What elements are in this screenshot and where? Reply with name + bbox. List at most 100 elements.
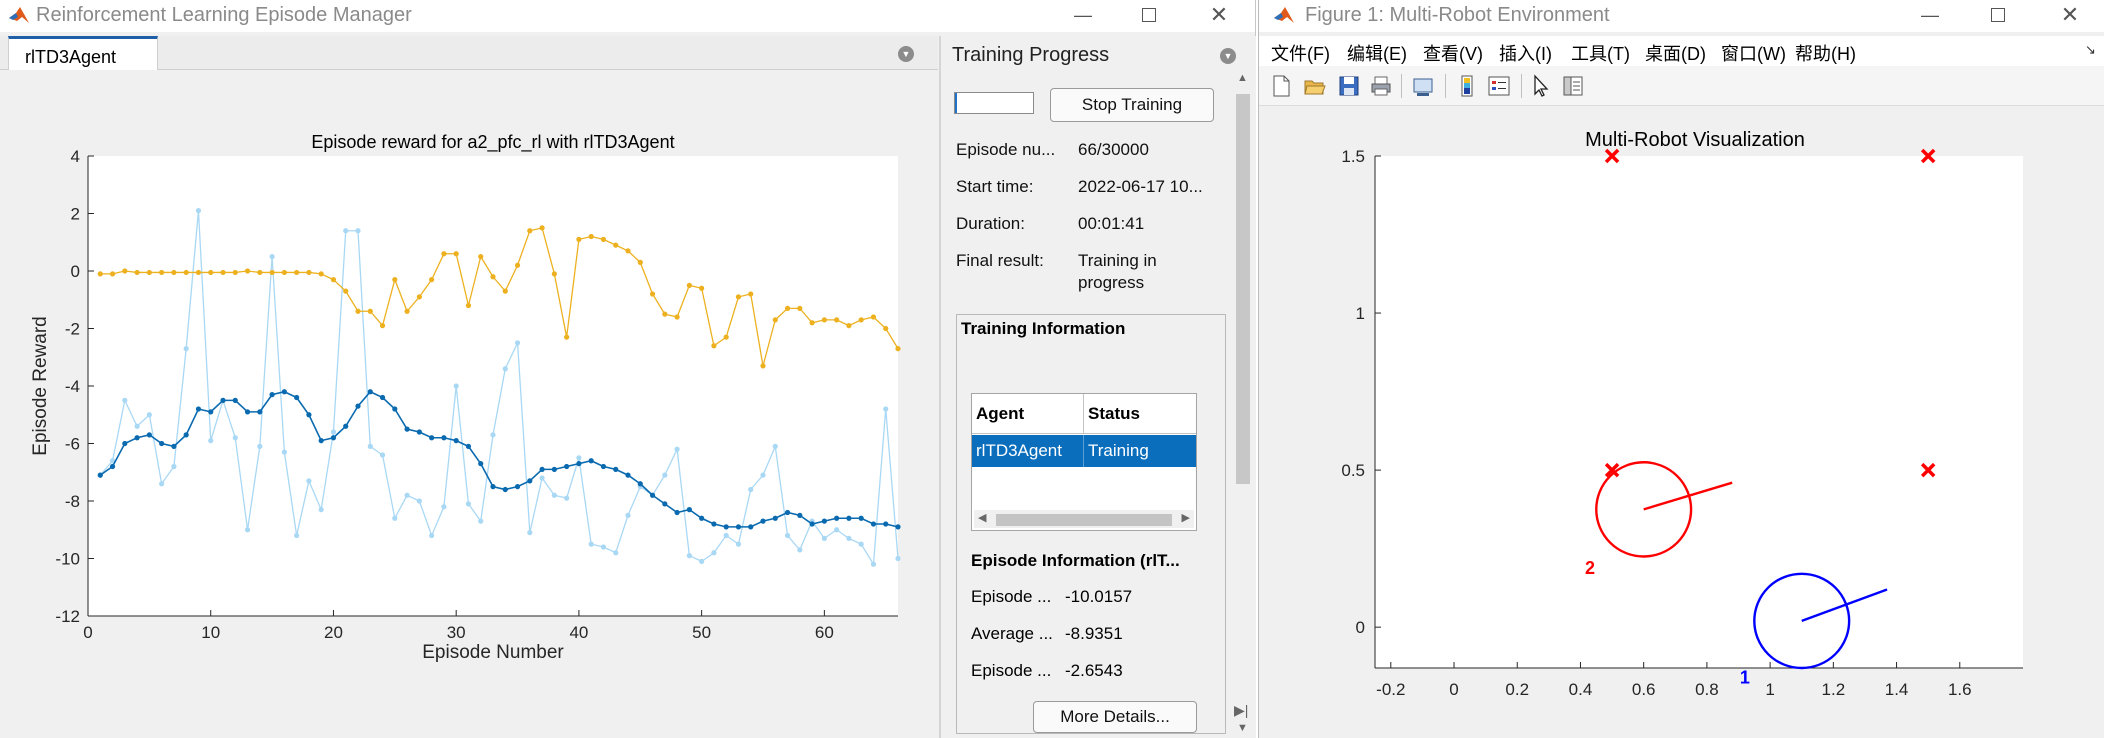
menu-insert[interactable]: 插入(I) <box>1499 40 1552 66</box>
plot-area <box>88 156 898 616</box>
scroll-up-icon[interactable]: ▲ <box>1237 72 1248 84</box>
series-2-point <box>404 308 410 314</box>
series-1-point <box>306 412 312 418</box>
window-title: Reinforcement Learning Episode Manager <box>36 4 412 26</box>
series-2-point <box>478 254 484 260</box>
series-0-point <box>527 530 533 536</box>
scroll-right-icon[interactable]: ▶ <box>1182 511 1190 524</box>
agent-column-header[interactable]: Agent <box>972 394 1084 434</box>
series-2-point <box>159 269 165 276</box>
series-2-point <box>527 228 533 234</box>
close-button[interactable]: ✕ <box>2045 0 2095 30</box>
series-2-point <box>539 225 545 231</box>
panel-divider[interactable] <box>939 36 941 738</box>
maximize-icon <box>1142 8 1156 22</box>
more-details-label: More Details... <box>1060 707 1170 726</box>
title-bar: Reinforcement Learning Episode Manager —… <box>0 0 1255 32</box>
scrollbar-thumb[interactable] <box>1236 94 1250 484</box>
training-progress-panel: Training Progress ▼ Stop Training Episod… <box>942 36 1256 738</box>
series-1-point <box>134 435 140 441</box>
series-2-point <box>613 242 619 248</box>
agent-cell[interactable]: rlTD3Agent <box>972 435 1084 467</box>
series-0-point <box>600 544 607 550</box>
y-tick-label: 0 <box>71 262 80 281</box>
y-tick-label: -2 <box>65 320 80 339</box>
maximize-button[interactable] <box>1124 0 1174 30</box>
series-0-point <box>723 532 729 539</box>
reward-chart: 0 10 20 30 40 50 60420-2-4-6-8-10-12Episode re… <box>30 132 901 663</box>
y-tick-label: 4 <box>71 147 80 166</box>
close-button[interactable]: ✕ <box>1194 0 1244 30</box>
series-2-point <box>441 251 447 257</box>
x-tick-label: 1.2 <box>1822 680 1846 699</box>
series-0-point <box>294 532 300 539</box>
more-details-button[interactable]: More Details... <box>1033 701 1197 733</box>
link-plot-icon[interactable] <box>1411 74 1435 98</box>
series-1-point <box>281 389 287 395</box>
legend-icon[interactable] <box>1487 74 1511 98</box>
x-tick-label: 0 <box>1449 680 1458 699</box>
series-0-point <box>870 561 877 567</box>
series-0-point <box>662 472 668 478</box>
menu-view[interactable]: 查看(V) <box>1423 40 1483 66</box>
table-horizontal-scrollbar[interactable]: ◀ ▶ <box>974 510 1194 528</box>
series-2-point <box>711 343 717 349</box>
property-inspector-icon[interactable] <box>1561 74 1585 98</box>
plot-area <box>1375 156 2023 668</box>
scroll-down-icon[interactable]: ▼ <box>1237 722 1248 734</box>
series-0-point <box>834 527 840 533</box>
stop-training-button[interactable]: Stop Training <box>1050 88 1214 122</box>
new-figure-icon[interactable] <box>1269 74 1293 98</box>
minimize-button[interactable]: — <box>1058 0 1108 30</box>
series-0-point <box>318 507 324 513</box>
series-1-point <box>649 492 656 498</box>
series-2-point <box>564 334 570 340</box>
status-cell[interactable]: Training <box>1084 435 1196 467</box>
panel-vertical-scrollbar[interactable]: ▲ ▼ <box>1232 72 1254 734</box>
minimize-button[interactable]: — <box>1905 0 1955 30</box>
toolbar-separator <box>1521 74 1522 98</box>
menu-file[interactable]: 文件(F) <box>1271 40 1330 66</box>
collapse-panel-icon[interactable]: ▶| <box>1234 702 1248 719</box>
menu-desktop[interactable]: 桌面(D) <box>1645 40 1706 66</box>
maximize-icon <box>1991 8 2005 22</box>
series-2-point <box>465 302 472 309</box>
colorbar-icon[interactable] <box>1455 74 1479 98</box>
series-2-point <box>490 274 496 280</box>
scroll-left-icon[interactable]: ◀ <box>978 511 986 524</box>
series-1-point <box>895 524 901 530</box>
figure-canvas: -0.2 0 0.2 0.4 0.6 0.8 1 1.2 1.4 1.6 1.5 1 0.5 0 2 1 Mul… <box>1259 108 2104 738</box>
menu-tools[interactable]: 工具(T) <box>1571 40 1630 66</box>
dock-arrow-icon[interactable]: ↘ <box>2085 42 2096 58</box>
chevron-down-icon[interactable]: ▼ <box>898 46 914 62</box>
series-2-point <box>797 305 803 311</box>
series-0-point <box>551 492 557 498</box>
menu-bar: 文件(F) 编辑(E) 查看(V) 插入(I) 工具(T) 桌面(D) 窗口(W… <box>1259 36 2104 66</box>
close-icon: ✕ <box>1209 2 1229 27</box>
open-file-icon[interactable] <box>1303 74 1327 98</box>
series-1-point <box>269 392 275 398</box>
series-1-point <box>784 509 791 516</box>
y-tick-label: 1 <box>1356 304 1365 323</box>
chart-title: Episode reward for a2_pfc_rl with rlTD3A… <box>311 132 674 153</box>
print-icon[interactable] <box>1369 74 1393 98</box>
series-1-point <box>146 432 152 438</box>
x-tick-label: 20 <box>324 623 343 642</box>
tab-rltd3agent[interactable]: rlTD3Agent <box>8 36 158 70</box>
menu-window[interactable]: 窗口(W) <box>1721 40 1786 66</box>
matlab-logo-icon <box>9 7 29 23</box>
menu-edit[interactable]: 编辑(E) <box>1347 40 1407 66</box>
series-0-point <box>821 535 827 541</box>
series-0-point <box>232 435 238 441</box>
save-icon[interactable] <box>1337 74 1361 98</box>
status-column-header[interactable]: Status <box>1084 394 1196 434</box>
panel-menu-chevron-icon[interactable]: ▼ <box>1220 48 1236 64</box>
series-2-point <box>379 323 386 329</box>
menu-help[interactable]: 帮助(H) <box>1795 40 1856 66</box>
scrollbar-thumb[interactable] <box>996 514 1172 526</box>
pointer-icon[interactable] <box>1529 74 1553 98</box>
y-tick-label: 0.5 <box>1341 461 1365 480</box>
series-0-point <box>748 486 754 493</box>
series-0-point <box>784 532 791 539</box>
maximize-button[interactable] <box>1973 0 2023 30</box>
